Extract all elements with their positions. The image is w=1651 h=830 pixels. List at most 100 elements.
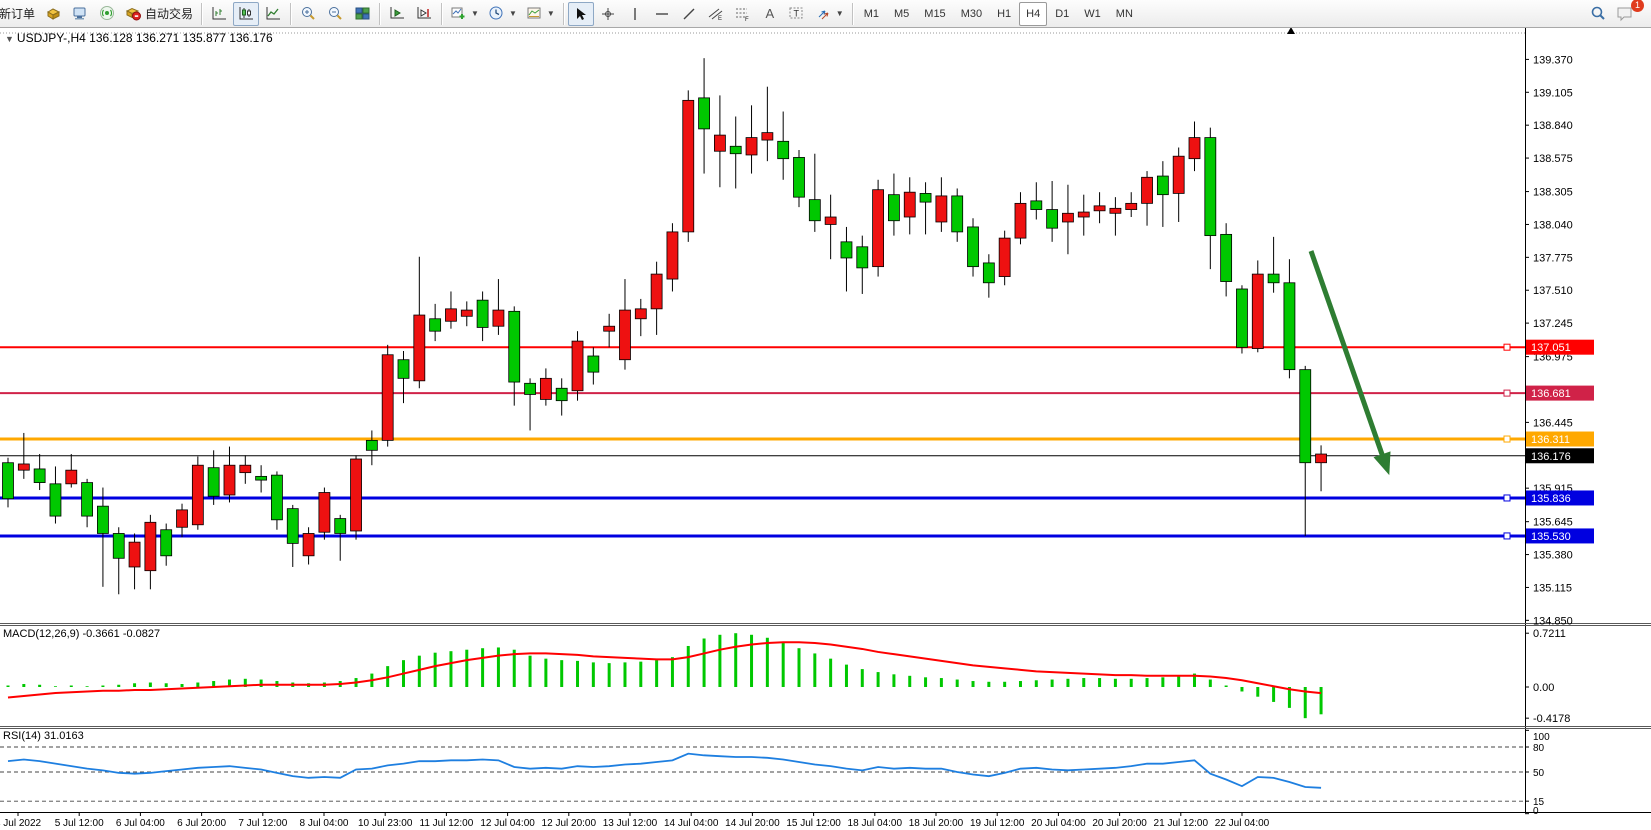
timeframe-button-m1[interactable]: M1 xyxy=(857,2,886,26)
time-label: 8 Jul 04:00 xyxy=(300,818,349,829)
svg-text:F: F xyxy=(745,17,749,22)
separator xyxy=(852,3,853,25)
candle-body xyxy=(398,360,409,379)
time-label: 13 Jul 12:00 xyxy=(603,818,658,829)
horizontal-line-tool-button[interactable] xyxy=(649,2,675,26)
notifications-button[interactable]: 1 xyxy=(1612,2,1639,26)
signals-button[interactable] xyxy=(94,2,120,26)
candle-body xyxy=(651,274,662,309)
price-tag-label: 136.681 xyxy=(1531,388,1571,400)
timeframe-button-h4[interactable]: H4 xyxy=(1019,2,1047,26)
separator xyxy=(379,3,380,25)
dropdown-caret: ▼ xyxy=(547,9,555,18)
candle-body xyxy=(208,468,219,497)
candle-body xyxy=(271,475,282,520)
time-label: 5 Jul 12:00 xyxy=(55,818,104,829)
candle-body xyxy=(50,484,61,516)
candle-body xyxy=(904,192,915,217)
auto-trading-button[interactable]: 自动交易 xyxy=(121,2,197,26)
indicators-icon xyxy=(450,5,467,22)
price-tag-label: 135.836 xyxy=(1531,493,1571,505)
zoom-out-icon xyxy=(327,5,344,22)
fibonacci-tool-button[interactable]: F xyxy=(730,2,756,26)
price-tick-label: 136.445 xyxy=(1533,417,1573,429)
new-order-button[interactable]: 新订单 xyxy=(0,2,39,26)
text-tool-button[interactable]: A xyxy=(757,2,783,26)
arrows-tool-button[interactable]: ▼ xyxy=(811,2,848,26)
fibonacci-icon: F xyxy=(734,5,751,22)
candle-body xyxy=(1031,201,1042,210)
candle-body xyxy=(18,464,29,470)
cursor-tool-button[interactable] xyxy=(568,2,594,26)
price-line-handle[interactable] xyxy=(1504,495,1510,501)
candle-body xyxy=(1252,274,1263,348)
notification-badge: 1 xyxy=(1631,0,1644,12)
price-tick-label: 139.105 xyxy=(1533,87,1573,99)
candle-body xyxy=(66,470,77,484)
dropdown-caret: ▼ xyxy=(509,9,517,18)
chart-shift-button[interactable] xyxy=(411,2,437,26)
line-chart-button[interactable] xyxy=(260,2,286,26)
search-button[interactable] xyxy=(1585,2,1611,26)
time-label: 4 Jul 2022 xyxy=(0,818,42,829)
time-label: 20 Jul 04:00 xyxy=(1031,818,1086,829)
price-line-handle[interactable] xyxy=(1504,533,1510,539)
tile-windows-button[interactable] xyxy=(349,2,375,26)
candle-body xyxy=(34,469,45,483)
templates-button[interactable]: ▼ xyxy=(522,2,559,26)
candle-body xyxy=(556,388,567,400)
label-tool-button[interactable]: T xyxy=(784,2,810,26)
candle-body xyxy=(888,195,899,221)
price-tick-label: 138.305 xyxy=(1533,187,1573,199)
candlestick-chart-button[interactable] xyxy=(233,2,259,26)
bar-chart-button[interactable] xyxy=(206,2,232,26)
indicators-button[interactable]: ▼ xyxy=(446,2,483,26)
trendline-tool-button[interactable] xyxy=(676,2,702,26)
market-watch-button[interactable] xyxy=(40,2,66,26)
vertical-line-tool-button[interactable] xyxy=(622,2,648,26)
price-line-handle[interactable] xyxy=(1504,390,1510,396)
auto-scroll-button[interactable] xyxy=(384,2,410,26)
dropdown-caret: ▼ xyxy=(471,9,479,18)
timeframe-button-m5[interactable]: M5 xyxy=(887,2,916,26)
price-tag-label: 136.311 xyxy=(1531,434,1570,446)
zoom-in-button[interactable] xyxy=(295,2,321,26)
auto-scroll-icon xyxy=(389,5,406,22)
candle-body xyxy=(1110,208,1121,213)
price-tag-label: 136.176 xyxy=(1531,451,1571,463)
timeframe-button-h1[interactable]: H1 xyxy=(990,2,1018,26)
chart-menu-caret[interactable]: ▼ xyxy=(5,34,14,44)
candle-body xyxy=(335,519,346,534)
crosshair-icon xyxy=(600,6,616,22)
time-label: 12 Jul 20:00 xyxy=(542,818,597,829)
price-line-handle[interactable] xyxy=(1504,344,1510,350)
crosshair-tool-button[interactable] xyxy=(595,2,621,26)
timeframe-button-mn[interactable]: MN xyxy=(1109,2,1140,26)
time-label: 18 Jul 20:00 xyxy=(909,818,964,829)
zoom-out-button[interactable] xyxy=(322,2,348,26)
text-tool-icon: A xyxy=(765,6,774,21)
timeframe-button-d1[interactable]: D1 xyxy=(1048,2,1076,26)
chart-canvas[interactable]: 139.370139.105138.840138.575138.305138.0… xyxy=(0,0,1651,830)
candle-body xyxy=(1300,370,1311,463)
candle-body xyxy=(683,100,694,232)
timeframe-button-m15[interactable]: M15 xyxy=(917,2,952,26)
price-tag-label: 137.051 xyxy=(1531,342,1571,354)
channel-tool-button[interactable]: E xyxy=(703,2,729,26)
timeframe-button-w1[interactable]: W1 xyxy=(1077,2,1108,26)
separator xyxy=(201,3,202,25)
label-tool-icon: T xyxy=(788,5,805,22)
candle-body xyxy=(97,506,108,533)
candle-body xyxy=(525,383,536,394)
terminal-button[interactable] xyxy=(67,2,93,26)
candle-body xyxy=(351,459,362,531)
price-tick-label: 135.645 xyxy=(1533,517,1573,529)
candle-body xyxy=(445,309,456,321)
timeframe-button-m30[interactable]: M30 xyxy=(954,2,989,26)
price-line-handle[interactable] xyxy=(1504,436,1510,442)
periods-button[interactable]: ▼ xyxy=(484,2,521,26)
candle-body xyxy=(809,200,820,221)
candle-body xyxy=(493,310,504,326)
chart-background[interactable] xyxy=(0,28,1651,830)
rsi-axis-label: 50 xyxy=(1533,768,1545,779)
